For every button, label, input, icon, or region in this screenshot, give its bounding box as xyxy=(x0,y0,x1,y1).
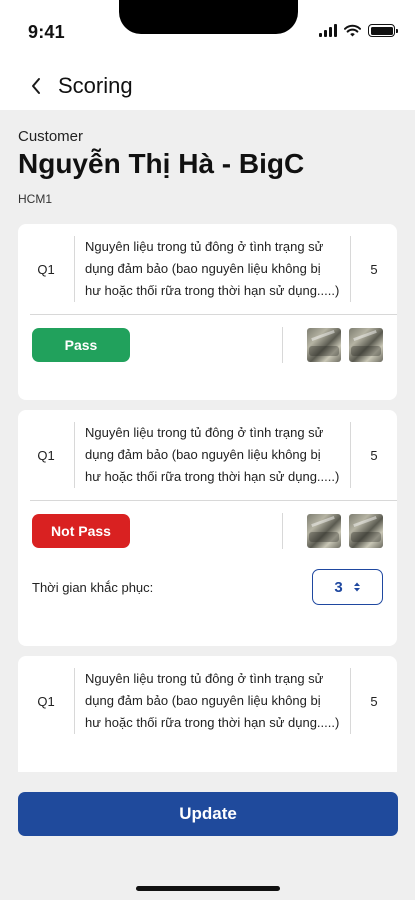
status-time: 9:41 xyxy=(28,22,65,42)
update-button[interactable]: Update xyxy=(18,792,398,836)
chevron-left-icon xyxy=(32,78,40,94)
up-down-arrows-icon xyxy=(353,582,360,592)
divider xyxy=(282,513,283,549)
fix-time-stepper[interactable]: 3 xyxy=(312,569,383,605)
result-row: Pass xyxy=(18,315,397,375)
customer-code: HCM1 xyxy=(18,192,53,206)
photo-thumbnail[interactable] xyxy=(307,514,341,548)
pass-button[interactable]: Pass xyxy=(32,328,130,362)
status-icons xyxy=(319,24,398,37)
question-row: Q1 Nguyên liệu trong tủ đông ở tình trạn… xyxy=(18,656,397,746)
question-row: Q1 Nguyên liệu trong tủ đông ở tình trạn… xyxy=(18,410,397,500)
divider xyxy=(282,327,283,363)
cellular-signal-icon xyxy=(319,24,337,37)
nav-bar: Scoring xyxy=(0,62,415,110)
question-score: 5 xyxy=(370,447,378,463)
question-number: Q1 xyxy=(37,261,55,277)
photo-thumbnail[interactable] xyxy=(307,328,341,362)
question-number: Q1 xyxy=(37,447,55,463)
device-notch xyxy=(119,0,298,34)
customer-name: Nguyễn Thị Hà - BigC xyxy=(18,148,305,179)
not-pass-button[interactable]: Not Pass xyxy=(32,514,130,548)
question-text: Nguyên liệu trong tủ đông ở tình trạng s… xyxy=(74,422,351,488)
status-bar: 9:41 xyxy=(0,0,415,62)
result-row: Not Pass xyxy=(18,501,397,561)
question-card: Q1 Nguyên liệu trong tủ đông ở tình trạn… xyxy=(18,224,397,400)
question-text: Nguyên liệu trong tủ đông ở tình trạng s… xyxy=(74,236,351,302)
back-button[interactable] xyxy=(16,66,56,106)
customer-label: Customer xyxy=(18,128,84,145)
question-number: Q1 xyxy=(37,693,55,709)
question-card: Q1 Nguyên liệu trong tủ đông ở tình trạn… xyxy=(18,410,397,646)
fix-time-value: 3 xyxy=(334,578,343,596)
main-content: Customer Nguyễn Thị Hà - BigC HCM1 Q1 Ng… xyxy=(0,110,415,900)
photo-thumbnail[interactable] xyxy=(349,328,383,362)
battery-icon xyxy=(368,24,398,37)
fix-time-label: Thời gian khắc phục: xyxy=(32,579,154,595)
fix-time-row: Thời gian khắc phục: 3 xyxy=(18,561,397,619)
question-text: Nguyên liệu trong tủ đông ở tình trạng s… xyxy=(74,668,351,734)
wifi-icon xyxy=(344,24,361,37)
home-indicator xyxy=(136,886,280,891)
question-score: 5 xyxy=(370,261,378,277)
page-title: Scoring xyxy=(58,73,133,98)
photo-thumbnail[interactable] xyxy=(349,514,383,548)
question-score: 5 xyxy=(370,693,378,709)
question-card: Q1 Nguyên liệu trong tủ đông ở tình trạn… xyxy=(18,656,397,772)
question-row: Q1 Nguyên liệu trong tủ đông ở tình trạn… xyxy=(18,224,397,314)
question-list[interactable]: Q1 Nguyên liệu trong tủ đông ở tình trạn… xyxy=(0,220,415,772)
